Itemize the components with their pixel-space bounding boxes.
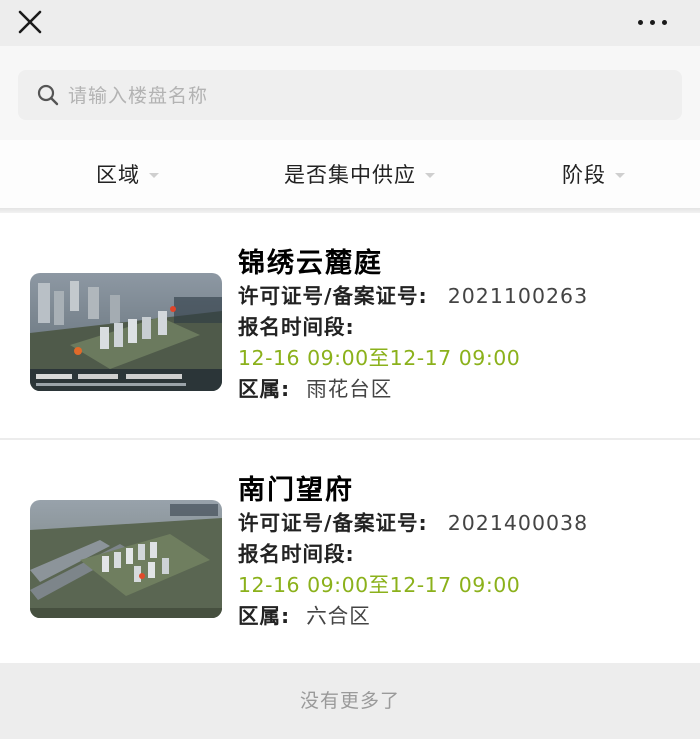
license-row: 许可证号/备案证号: 2021400038 — [238, 508, 678, 539]
license-label: 许可证号/备案证号: — [238, 284, 428, 308]
caret-down-icon — [615, 173, 625, 178]
district-label: 区属: — [238, 604, 291, 628]
top-bar — [0, 0, 700, 46]
filter-centralized-supply-dropdown[interactable]: 是否集中供应 — [284, 140, 435, 208]
search-icon — [36, 83, 60, 107]
license-label: 许可证号/备案证号: — [238, 511, 428, 535]
close-icon[interactable] — [14, 6, 46, 38]
project-name: 锦绣云麓庭 — [238, 248, 383, 279]
district-value: 六合区 — [306, 604, 371, 628]
project-thumbnail — [30, 500, 222, 618]
caret-down-icon — [425, 173, 435, 178]
project-card[interactable]: 南门望府 许可证号/备案证号: 2021400038 报名时间段: 12-16 0… — [0, 438, 700, 665]
no-more-footer: 没有更多了 — [0, 663, 700, 730]
license-row: 许可证号/备案证号: 2021100263 — [238, 281, 678, 312]
filter-centralized-supply-label: 是否集中供应 — [284, 163, 416, 187]
signup-time: 12-16 09:00至12-17 09:00 — [238, 346, 521, 370]
signup-period-row: 报名时间段: — [238, 312, 678, 343]
district-row: 区属: 雨花台区 — [238, 374, 678, 405]
district-row: 区属: 六合区 — [238, 601, 678, 632]
filter-stage-dropdown[interactable]: 阶段 — [562, 140, 625, 208]
project-list: 锦绣云麓庭 许可证号/备案证号: 2021100263 报名时间段: 12-16 … — [0, 213, 700, 665]
more-icon[interactable] — [638, 8, 678, 36]
project-name: 南门望府 — [238, 475, 354, 506]
signup-period-row: 报名时间段: — [238, 539, 678, 570]
signup-period-label: 报名时间段: — [238, 315, 355, 339]
district-label: 区属: — [238, 377, 291, 401]
project-info: 南门望府 许可证号/备案证号: 2021400038 报名时间段: 12-16 0… — [238, 474, 678, 632]
filter-stage-label: 阶段 — [562, 163, 606, 187]
search-box[interactable] — [18, 70, 682, 122]
district-value: 雨花台区 — [306, 377, 393, 401]
license-number: 2021400038 — [447, 511, 589, 535]
project-card[interactable]: 锦绣云麓庭 许可证号/备案证号: 2021100263 报名时间段: 12-16 … — [0, 213, 700, 438]
filter-region-dropdown[interactable]: 区域 — [96, 140, 159, 208]
filter-bar: 区域 是否集中供应 阶段 — [0, 140, 700, 213]
license-number: 2021100263 — [447, 284, 589, 308]
filter-region-label: 区域 — [96, 163, 140, 187]
search-input[interactable] — [66, 70, 670, 122]
search-area — [0, 46, 700, 140]
project-info: 锦绣云麓庭 许可证号/备案证号: 2021100263 报名时间段: 12-16 … — [238, 247, 678, 405]
project-thumbnail — [30, 273, 222, 391]
signup-time: 12-16 09:00至12-17 09:00 — [238, 573, 521, 597]
caret-down-icon — [149, 173, 159, 178]
signup-period-label: 报名时间段: — [238, 542, 355, 566]
